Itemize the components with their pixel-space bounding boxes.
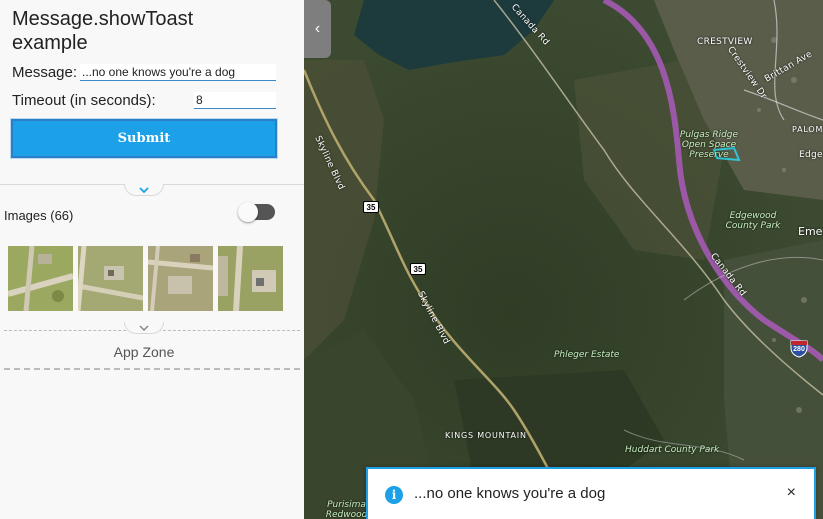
app-zone-label: App Zone [113, 344, 175, 360]
image-thumbnail[interactable] [218, 246, 283, 311]
map-label-edgewood-rd: Edgew [799, 150, 823, 160]
timeout-label: Timeout (in seconds): [12, 92, 156, 109]
toast-notification: i ...no one knows you're a dog × [366, 467, 816, 519]
toggle-knob [238, 202, 258, 222]
message-label: Message: [12, 64, 78, 81]
map-label-purisima: Purisima Redwood [325, 500, 368, 519]
info-icon: i [385, 486, 403, 504]
map-label-crestview: CRESTVIEW [697, 37, 753, 47]
map-label-kings-mountain: KINGS MOUNTAIN [445, 431, 527, 440]
interstate-280-shield: 280 [789, 338, 809, 358]
close-icon[interactable]: × [787, 484, 796, 502]
image-thumbnail[interactable] [8, 246, 73, 311]
chevron-left-icon: ‹ [314, 20, 321, 37]
map-label-huddart-park: Huddart County Park [625, 445, 720, 455]
timeout-input[interactable]: 8 [194, 92, 276, 109]
map-label-emerald: Eme [798, 225, 823, 238]
images-toggle[interactable] [238, 202, 275, 222]
settings-panel: Message.showToast example Message: ...no… [0, 0, 304, 519]
toast-message: ...no one knows you're a dog [414, 485, 606, 502]
image-thumbnail[interactable] [148, 246, 213, 311]
images-label: Images (66) [4, 208, 74, 223]
collapse-panel-button[interactable]: ‹ [304, 0, 331, 58]
map-label-palomar: PALOM [792, 125, 823, 134]
map-label-edgewood-park: Edgewood County Park [725, 211, 781, 231]
route-35-shield: 35 [410, 263, 426, 275]
map-label-phleger-estate: Phleger Estate [554, 350, 620, 360]
map-view[interactable]: ‹ Canada Rd CRESTVIEW Crestview Dr Britt… [304, 0, 823, 519]
image-thumbnail[interactable] [78, 246, 143, 311]
chevron-down-icon [139, 324, 149, 331]
map-label-pulgas-ridge: Pulgas Ridge Open Space Preserve [679, 130, 739, 160]
route-35-shield: 35 [363, 201, 379, 213]
chevron-down-icon [139, 186, 149, 193]
submit-button[interactable]: Submit [11, 119, 277, 158]
collapse-images-button[interactable] [124, 322, 164, 334]
page-title: Message.showToast example [12, 8, 194, 54]
collapse-form-button[interactable] [124, 184, 164, 196]
message-input[interactable]: ...no one knows you're a dog [80, 64, 276, 81]
